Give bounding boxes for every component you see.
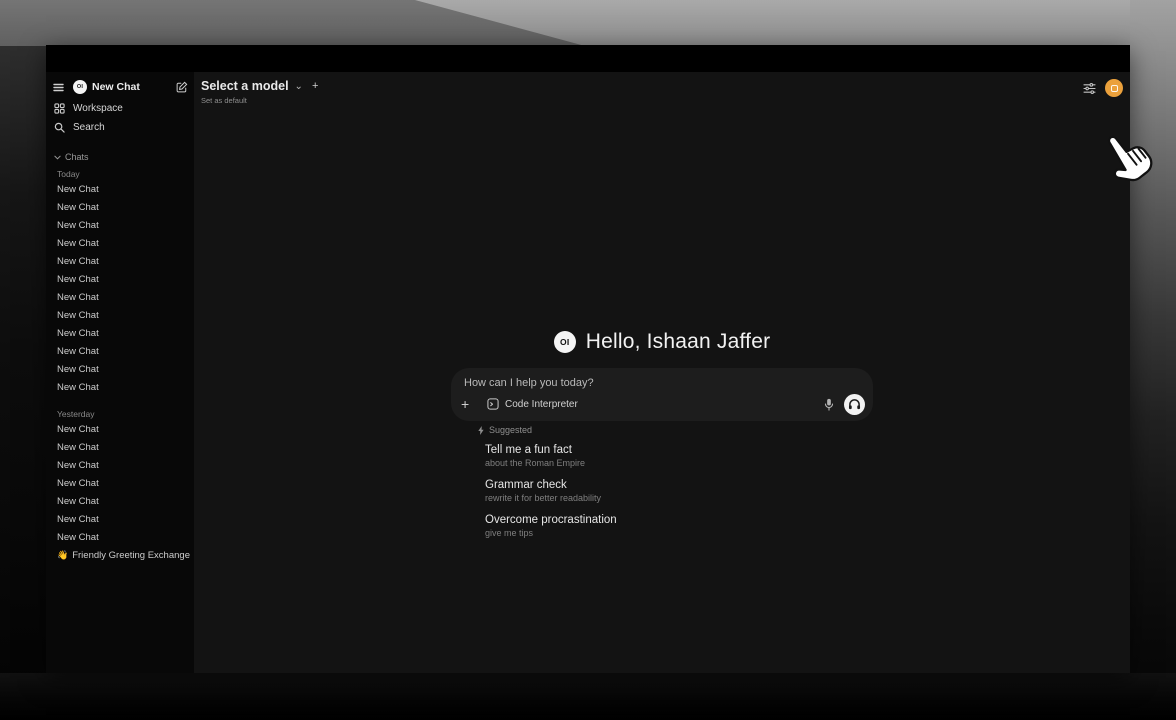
search-icon xyxy=(54,122,65,133)
model-selector-button[interactable]: Select a model xyxy=(201,79,289,93)
add-model-button[interactable]: + xyxy=(312,80,318,92)
chat-list-item[interactable]: New Chat xyxy=(46,252,194,270)
chat-list-item-friendly-greeting[interactable]: 👋 Friendly Greeting Exchange xyxy=(46,546,194,564)
prompt-title: Grammar check xyxy=(485,479,873,492)
sidebar-item-search[interactable]: Search xyxy=(46,118,194,137)
chat-list-item[interactable]: New Chat xyxy=(46,474,194,492)
suggested-header: Suggested xyxy=(451,424,873,436)
greeting-logo: OI xyxy=(554,331,576,353)
prompt-subtitle: give me tips xyxy=(485,527,873,539)
prompt-subtitle: rewrite it for better readability xyxy=(485,492,873,504)
main-area: Select a model ⌄ + Set as default OI Hel… xyxy=(194,72,1130,673)
model-selector: Select a model ⌄ + Set as default xyxy=(201,79,318,105)
code-interpreter-icon xyxy=(487,398,499,410)
chat-list-item[interactable]: New Chat xyxy=(46,198,194,216)
chat-list-item[interactable]: New Chat xyxy=(46,324,194,342)
sidebar-title: New Chat xyxy=(92,81,140,93)
waving-hand-emoji: 👋 xyxy=(57,550,68,561)
chat-group-label-today: Today xyxy=(46,167,194,180)
prompt-title: Tell me a fun fact xyxy=(485,444,873,457)
chat-list-item[interactable]: New Chat xyxy=(46,378,194,396)
chat-list-item[interactable]: New Chat xyxy=(46,456,194,474)
chat-list-item[interactable]: New Chat xyxy=(46,438,194,456)
wallpaper-left xyxy=(0,46,46,720)
greeting-text: Hello, Ishaan Jaffer xyxy=(586,330,771,354)
wallpaper-right xyxy=(1130,0,1176,720)
workspace-label: Workspace xyxy=(73,103,123,114)
prompt-title: Overcome procrastination xyxy=(485,514,873,527)
chat-list-item[interactable]: New Chat xyxy=(46,180,194,198)
code-interpreter-label: Code Interpreter xyxy=(505,399,578,410)
headphones-icon xyxy=(848,398,861,410)
suggested-section: Suggested Tell me a fun fact about the R… xyxy=(451,424,873,549)
sparkle-icon xyxy=(477,426,485,435)
chat-list-item[interactable]: New Chat xyxy=(46,420,194,438)
chat-list-item[interactable]: New Chat xyxy=(46,306,194,324)
code-interpreter-toggle[interactable]: Code Interpreter xyxy=(487,398,578,410)
suggested-prompt-list: Tell me a fun fact about the Roman Empir… xyxy=(451,444,873,539)
chat-title: Friendly Greeting Exchange xyxy=(72,550,190,561)
voice-call-button[interactable] xyxy=(844,394,865,415)
wallpaper-bottom xyxy=(0,673,1176,720)
chat-list-item[interactable]: New Chat xyxy=(46,234,194,252)
message-input-placeholder: How can I help you today? xyxy=(464,377,594,389)
chats-section-label: Chats xyxy=(65,152,89,162)
greeting-row: OI Hello, Ishaan Jaffer xyxy=(194,330,1130,354)
suggested-prompt[interactable]: Overcome procrastination give me tips xyxy=(485,514,873,539)
chat-list-item[interactable]: New Chat xyxy=(46,492,194,510)
suggested-label-text: Suggested xyxy=(489,425,532,435)
chat-list-item[interactable]: New Chat xyxy=(46,510,194,528)
controls-sliders-icon[interactable] xyxy=(1083,83,1096,94)
model-chevron-icon[interactable]: ⌄ xyxy=(295,81,303,92)
suggested-prompt[interactable]: Tell me a fun fact about the Roman Empir… xyxy=(485,444,873,469)
avatar-glyph xyxy=(1111,85,1118,92)
attach-plus-button[interactable]: + xyxy=(461,396,479,412)
chat-list-item[interactable]: New Chat xyxy=(46,528,194,546)
message-input-card[interactable]: How can I help you today? + Code Interpr… xyxy=(451,368,873,421)
sidebar-item-workspace[interactable]: Workspace xyxy=(46,99,194,118)
input-toolbar: + Code Interpreter xyxy=(461,393,865,415)
prompt-subtitle: about the Roman Empire xyxy=(485,457,873,469)
header-right-controls xyxy=(1083,79,1123,97)
user-avatar[interactable] xyxy=(1105,79,1123,97)
sidebar-toggle-icon[interactable] xyxy=(53,83,64,92)
app-window: OI New Chat Workspace Search Chats Today xyxy=(46,45,1130,673)
app-logo: OI xyxy=(73,80,87,94)
chevron-down-icon xyxy=(54,155,61,160)
chat-group-label-yesterday: Yesterday xyxy=(46,407,194,420)
microphone-icon[interactable] xyxy=(824,398,834,411)
window-titlebar xyxy=(46,45,1130,72)
suggested-prompt[interactable]: Grammar check rewrite it for better read… xyxy=(485,479,873,504)
chats-section-toggle[interactable]: Chats xyxy=(46,150,194,164)
chat-list-item[interactable]: New Chat xyxy=(46,216,194,234)
workspace-grid-icon xyxy=(54,103,65,114)
set-as-default-link[interactable]: Set as default xyxy=(201,96,318,105)
sidebar: OI New Chat Workspace Search Chats Today xyxy=(46,72,194,673)
search-label: Search xyxy=(73,122,105,133)
chat-list-item[interactable]: New Chat xyxy=(46,270,194,288)
sidebar-header: OI New Chat xyxy=(46,78,194,96)
chat-list-item[interactable]: New Chat xyxy=(46,288,194,306)
chat-list-item[interactable]: New Chat xyxy=(46,342,194,360)
chat-list-item[interactable]: New Chat xyxy=(46,360,194,378)
new-chat-edit-icon[interactable] xyxy=(176,81,188,93)
